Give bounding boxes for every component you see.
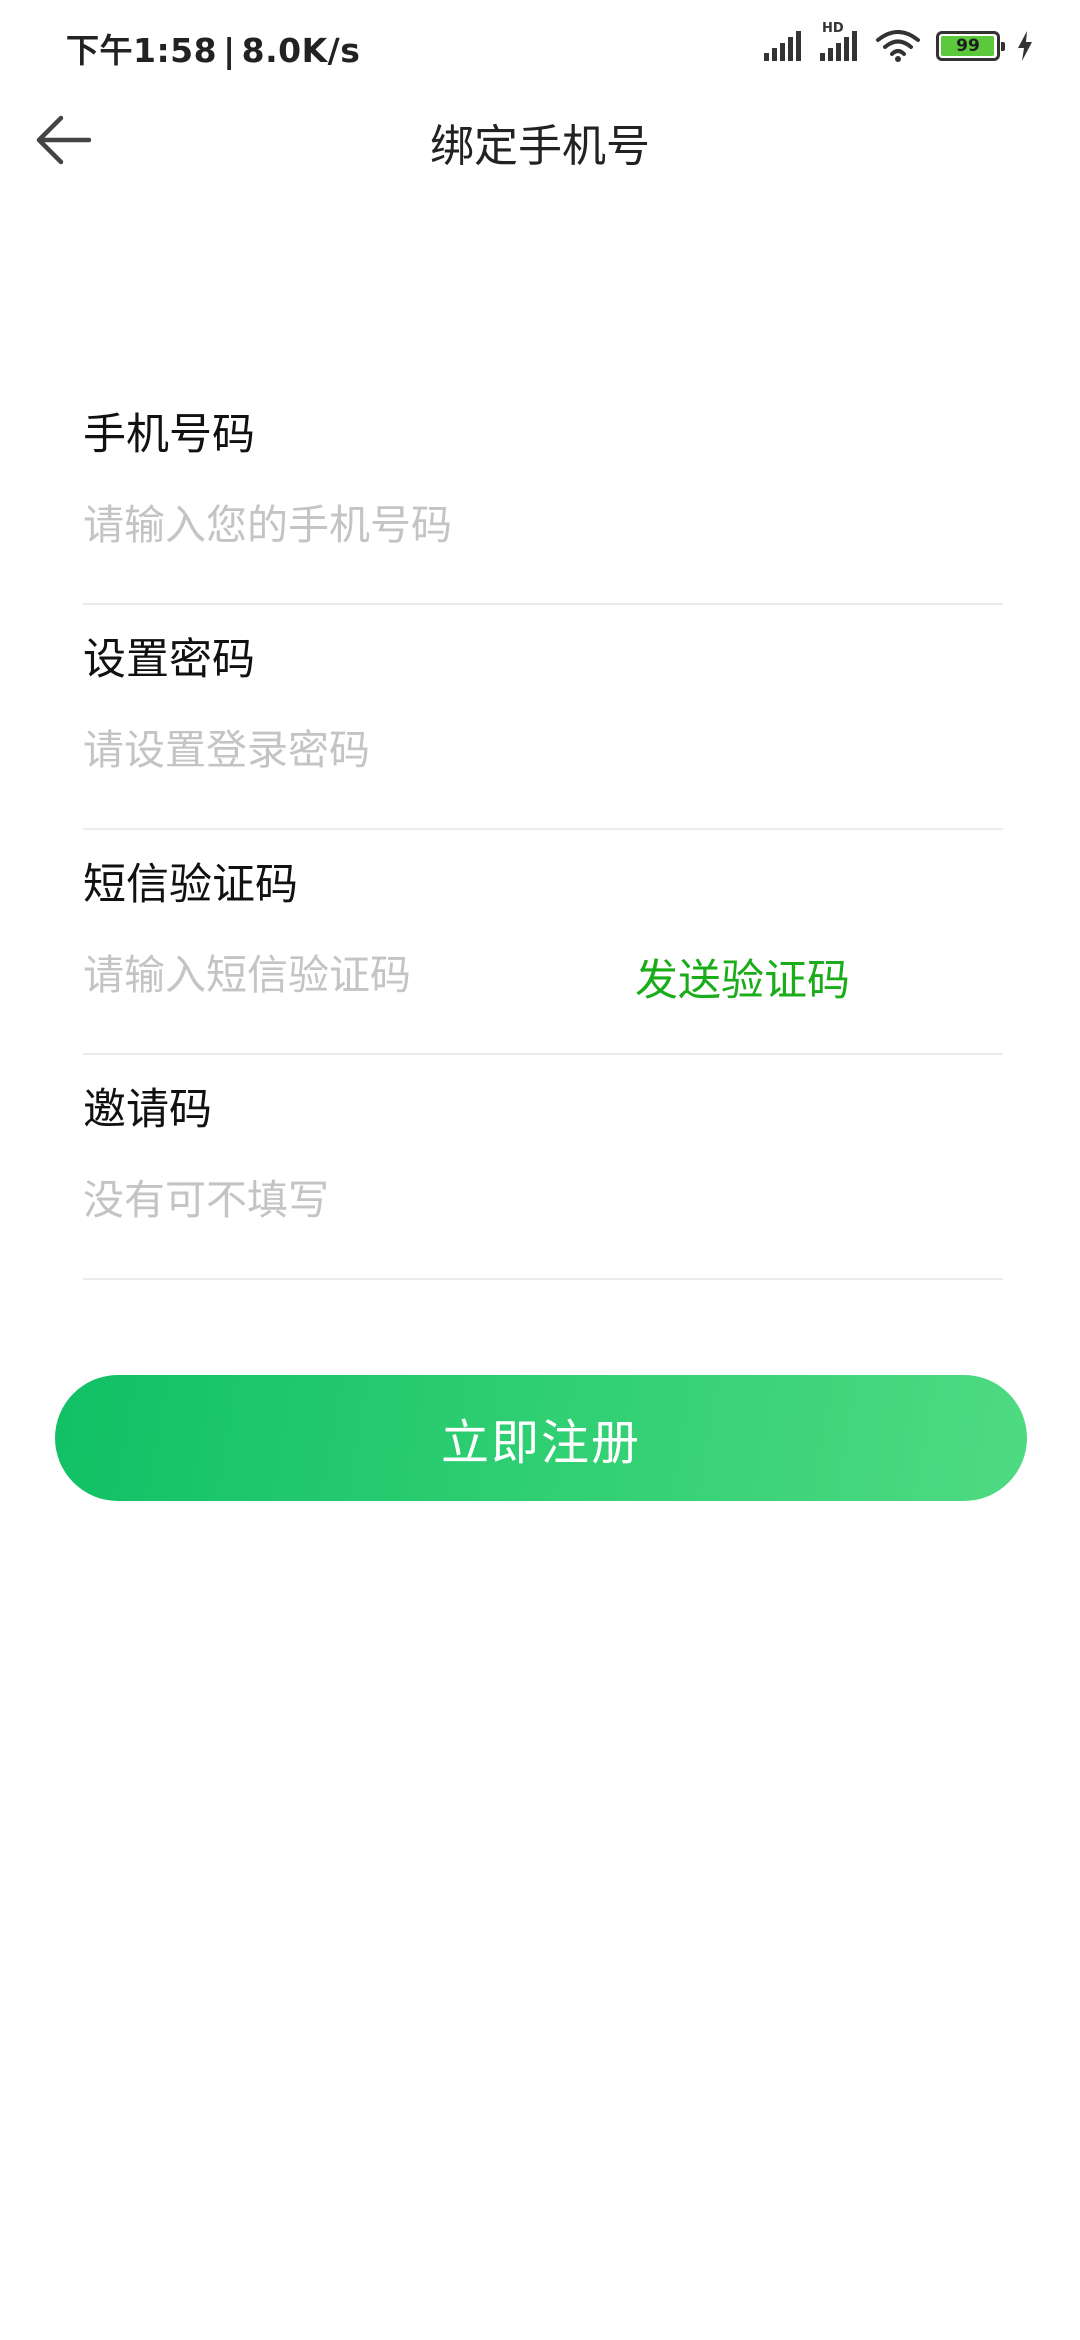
phone-field: 手机号码 — [83, 380, 1003, 605]
battery-level: 99 — [956, 36, 980, 56]
status-separator: | — [223, 31, 236, 70]
wifi-icon — [876, 30, 920, 62]
header: 绑定手机号 — [0, 90, 1080, 190]
status-icons: HD 99 — [764, 21, 1034, 66]
password-input[interactable] — [83, 717, 983, 783]
page-title: 绑定手机号 — [430, 121, 650, 172]
network-speed: 8.0K/s — [241, 31, 361, 70]
battery-icon: 99 — [936, 31, 1005, 61]
hd-signal-icon: HD — [820, 21, 860, 61]
status-time: 下午1:58 — [66, 31, 218, 70]
password-label: 设置密码 — [83, 635, 255, 685]
sms-code-field: 短信验证码 发送验证码 — [83, 830, 1003, 1055]
status-left: 下午1:58 | 8.0K/s — [66, 24, 360, 72]
invite-code-field: 邀请码 — [83, 1055, 1003, 1280]
charging-icon — [1016, 31, 1034, 61]
bind-phone-form: 手机号码 设置密码 短信验证码 发送验证码 邀请码 — [83, 380, 1003, 1280]
invite-code-label: 邀请码 — [83, 1085, 212, 1135]
status-bar: 下午1:58 | 8.0K/s HD 99 — [0, 0, 1080, 90]
battery-cap — [1001, 42, 1005, 51]
password-field: 设置密码 — [83, 605, 1003, 830]
invite-code-input[interactable] — [83, 1167, 983, 1233]
signal-icon — [764, 31, 804, 61]
phone-input[interactable] — [83, 492, 983, 558]
phone-label: 手机号码 — [83, 410, 255, 460]
send-code-button[interactable]: 发送验证码 — [635, 946, 850, 1008]
hd-label: HD — [822, 21, 844, 36]
sms-code-input[interactable] — [83, 942, 603, 1008]
register-button[interactable]: 立即注册 — [55, 1375, 1027, 1501]
sms-code-label: 短信验证码 — [83, 860, 298, 910]
